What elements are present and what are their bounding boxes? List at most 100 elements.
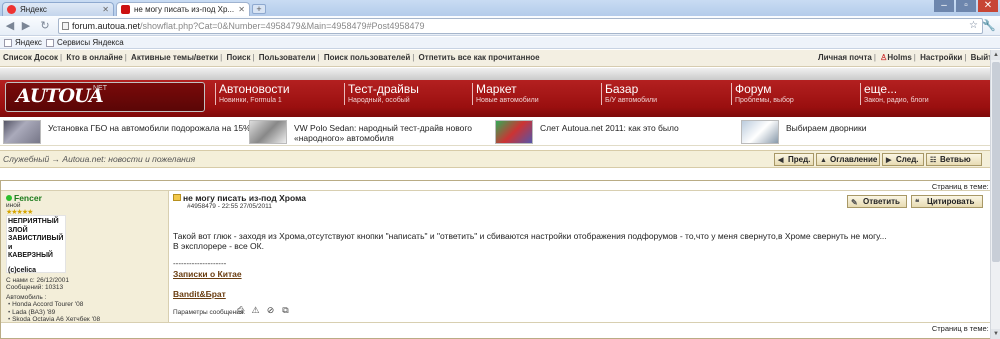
- post-text: Такой вот глюк - заходя из Хрома,отсутст…: [173, 231, 887, 251]
- print-icon[interactable]: ⎙: [235, 305, 246, 316]
- address-bar[interactable]: forum.autoua.net/showflat.php?Cat=0&Numb…: [58, 18, 983, 34]
- cars-list: Honda Accord Tourer '08 Lada (ВАЗ) '89 S…: [8, 301, 100, 324]
- signature-tag: (c)celica: [8, 266, 37, 274]
- page-icon: [4, 39, 12, 47]
- browser-window: Яндекс ✕ не могу писать из-под Хр... ✕ +…: [0, 0, 1000, 339]
- banner-nav-market[interactable]: Маркет Новые автомобили: [472, 83, 539, 105]
- close-icon[interactable]: ✕: [238, 3, 245, 16]
- news-title: Выбираем дворники: [786, 123, 867, 133]
- windows-icon[interactable]: ⧉: [280, 305, 291, 316]
- prev-button[interactable]: ◀ Пред.: [774, 153, 814, 166]
- nav-online[interactable]: Кто в онлайне: [66, 53, 122, 62]
- ignore-icon[interactable]: ⊘: [265, 305, 276, 316]
- news-item[interactable]: Выбираем дворники: [741, 120, 981, 144]
- tab-forum[interactable]: не могу писать из-под Хр... ✕: [116, 2, 250, 16]
- bookmark-yandex-services[interactable]: Сервисы Яндекса: [46, 37, 124, 48]
- nav-username[interactable]: Holms: [887, 53, 911, 62]
- author-panel: Fencer иной ★★★★★ НЕПРИЯТНЫЙ ЗЛОЙ ЗАВИСТ…: [1, 191, 169, 324]
- news-item[interactable]: Установка ГБО на автомобили подорожала н…: [3, 120, 251, 144]
- author-signature: НЕПРИЯТНЫЙ ЗЛОЙ ЗАВИСТЛИВЫЙ и КАВЕРЗНЫЙ …: [6, 215, 66, 274]
- url-host: forum.autoua.net: [72, 21, 141, 31]
- banner-nav-title: Тест-драйвы: [348, 82, 419, 96]
- list-item: Lada (ВАЗ) '89: [8, 309, 100, 317]
- banner-nav-bazar[interactable]: Базар Б/У автомобили: [601, 83, 657, 105]
- breadcrumb-bar: Служебный → Autoua.net: новости и пожела…: [0, 150, 1000, 168]
- site-banner: AUTOUA NET Автоновости Новинки, Formula …: [0, 68, 1000, 117]
- tab-label: Яндекс: [20, 5, 47, 14]
- banner-nav-autonews[interactable]: Автоновости Новинки, Formula 1: [215, 83, 290, 105]
- tab-strip: Яндекс ✕ не могу писать из-под Хр... ✕ +…: [0, 0, 1000, 16]
- site-top-nav: Список Досок | Кто в онлайне | Активные те…: [0, 50, 1000, 67]
- page-scrollbar[interactable]: ▲ ▼: [990, 50, 1000, 339]
- nav-board-list[interactable]: Список Досок: [3, 53, 58, 62]
- banner-nav-title: Маркет: [476, 82, 517, 96]
- thread-container: Страниц в теме: 1 Fencer иной ★★★★★ НЕПР…: [0, 180, 1000, 339]
- nav-settings[interactable]: Настройки: [920, 53, 962, 62]
- news-strip: Установка ГБО на автомобили подорожала н…: [0, 118, 1000, 146]
- banner-nav-sub: Б/У автомобили: [605, 97, 658, 104]
- nav-mark-read[interactable]: Отпетить все как прочитанное: [419, 53, 540, 62]
- index-button[interactable]: ▲ Оглавление: [816, 153, 880, 166]
- next-button[interactable]: ▶ След.: [882, 153, 924, 166]
- wrench-icon[interactable]: 🔧: [982, 19, 996, 33]
- reply-button[interactable]: ✎ Ответить: [847, 195, 907, 208]
- autoua-logo[interactable]: AUTOUA NET: [5, 82, 205, 112]
- threaded-button[interactable]: ☷ Ветвью: [926, 153, 982, 166]
- author-stats: С нами с: 26/12/2001 Сообщений: 10313: [6, 277, 70, 291]
- arrow-right-icon: ▶: [886, 157, 892, 164]
- banner-nav-sub: Проблемы, выбор: [735, 97, 794, 104]
- url-path: /showflat.php?Cat=0&Number=4958479&Main=…: [140, 21, 425, 31]
- new-tab-button[interactable]: +: [252, 4, 266, 14]
- scroll-thumb[interactable]: [992, 62, 1000, 262]
- scroll-down-icon[interactable]: ▼: [991, 329, 1000, 339]
- quote-button[interactable]: ❝ Цитировать: [911, 195, 983, 208]
- window-close-icon[interactable]: ✕: [978, 0, 998, 12]
- nav-active-threads[interactable]: Активные темы/ветки: [131, 53, 218, 62]
- post-body: не могу писать из-под Хрома #4958479 - 2…: [170, 191, 999, 322]
- alert-icon[interactable]: ⚠: [250, 305, 261, 316]
- window-controls: – ▫ ✕: [934, 0, 998, 12]
- signature-link-bandit[interactable]: Bandit&Брат: [173, 289, 226, 299]
- banner-nav-sub: Закон, радио, блоги: [864, 97, 929, 104]
- post-title: не могу писать из-под Хрома: [183, 193, 306, 203]
- news-title: Слет Autoua.net 2011: как это было: [540, 123, 679, 133]
- banner-nav-sub: Народный, особый: [348, 97, 410, 104]
- tab-yandex[interactable]: Яндекс ✕: [2, 2, 114, 16]
- star-icon[interactable]: ☆: [969, 19, 978, 33]
- breadcrumb[interactable]: Служебный → Autoua.net: новости и пожела…: [3, 154, 195, 164]
- quote-icon: ❝: [915, 198, 920, 207]
- banner-nav-forum[interactable]: Форум Проблемы, выбор: [731, 83, 794, 105]
- banner-nav-title: Форум: [735, 82, 772, 96]
- maximize-icon[interactable]: ▫: [956, 0, 976, 12]
- news-thumbnail: [3, 120, 41, 144]
- banner-nav-more[interactable]: еще... Закон, радио, блоги: [860, 83, 929, 105]
- scroll-up-icon[interactable]: ▲: [991, 50, 1000, 60]
- nav-private-mail[interactable]: Личная почта: [818, 53, 872, 62]
- nav-users[interactable]: Пользователи: [259, 53, 316, 62]
- news-item[interactable]: Слет Autoua.net 2011: как это было: [495, 120, 735, 144]
- close-icon[interactable]: ✕: [102, 3, 109, 16]
- banner-nav-sub: Новые автомобили: [476, 97, 539, 104]
- news-title: VW Polo Sedan: народный тест-драйв новог…: [294, 123, 473, 143]
- bookmarks-bar: Яндекс Сервисы Яндекса: [0, 37, 1000, 49]
- nav-search[interactable]: Поиск: [226, 53, 250, 62]
- site-nav-right: Личная почта | ♙Holms | Настройки | Выйти: [817, 53, 997, 62]
- minimize-icon[interactable]: –: [934, 0, 954, 12]
- nav-user-search[interactable]: Поиск пользователей: [324, 53, 410, 62]
- bookmark-yandex[interactable]: Яндекс: [4, 37, 42, 48]
- banner-nav-title: Базар: [605, 82, 639, 96]
- banner-nav-title: еще...: [864, 82, 898, 96]
- banner-nav-title: Автоновости: [219, 82, 290, 96]
- news-item[interactable]: VW Polo Sedan: народный тест-драйв новог…: [249, 120, 489, 144]
- reload-icon[interactable]: ↻: [38, 19, 52, 33]
- news-thumbnail: [495, 120, 533, 144]
- news-thumbnail: [741, 120, 779, 144]
- forward-icon[interactable]: ▶: [19, 19, 33, 33]
- banner-nav-testdrives[interactable]: Тест-драйвы Народный, особый: [344, 83, 419, 105]
- back-icon[interactable]: ◀: [3, 19, 17, 33]
- list-item: Honda Accord Tourer '08: [8, 301, 100, 309]
- autoua-favicon-icon: [121, 5, 130, 14]
- arrow-left-icon: ◀: [778, 157, 784, 164]
- signature-link-china[interactable]: Записки о Китае: [173, 269, 242, 279]
- bookmark-label: Сервисы Яндекса: [57, 38, 124, 47]
